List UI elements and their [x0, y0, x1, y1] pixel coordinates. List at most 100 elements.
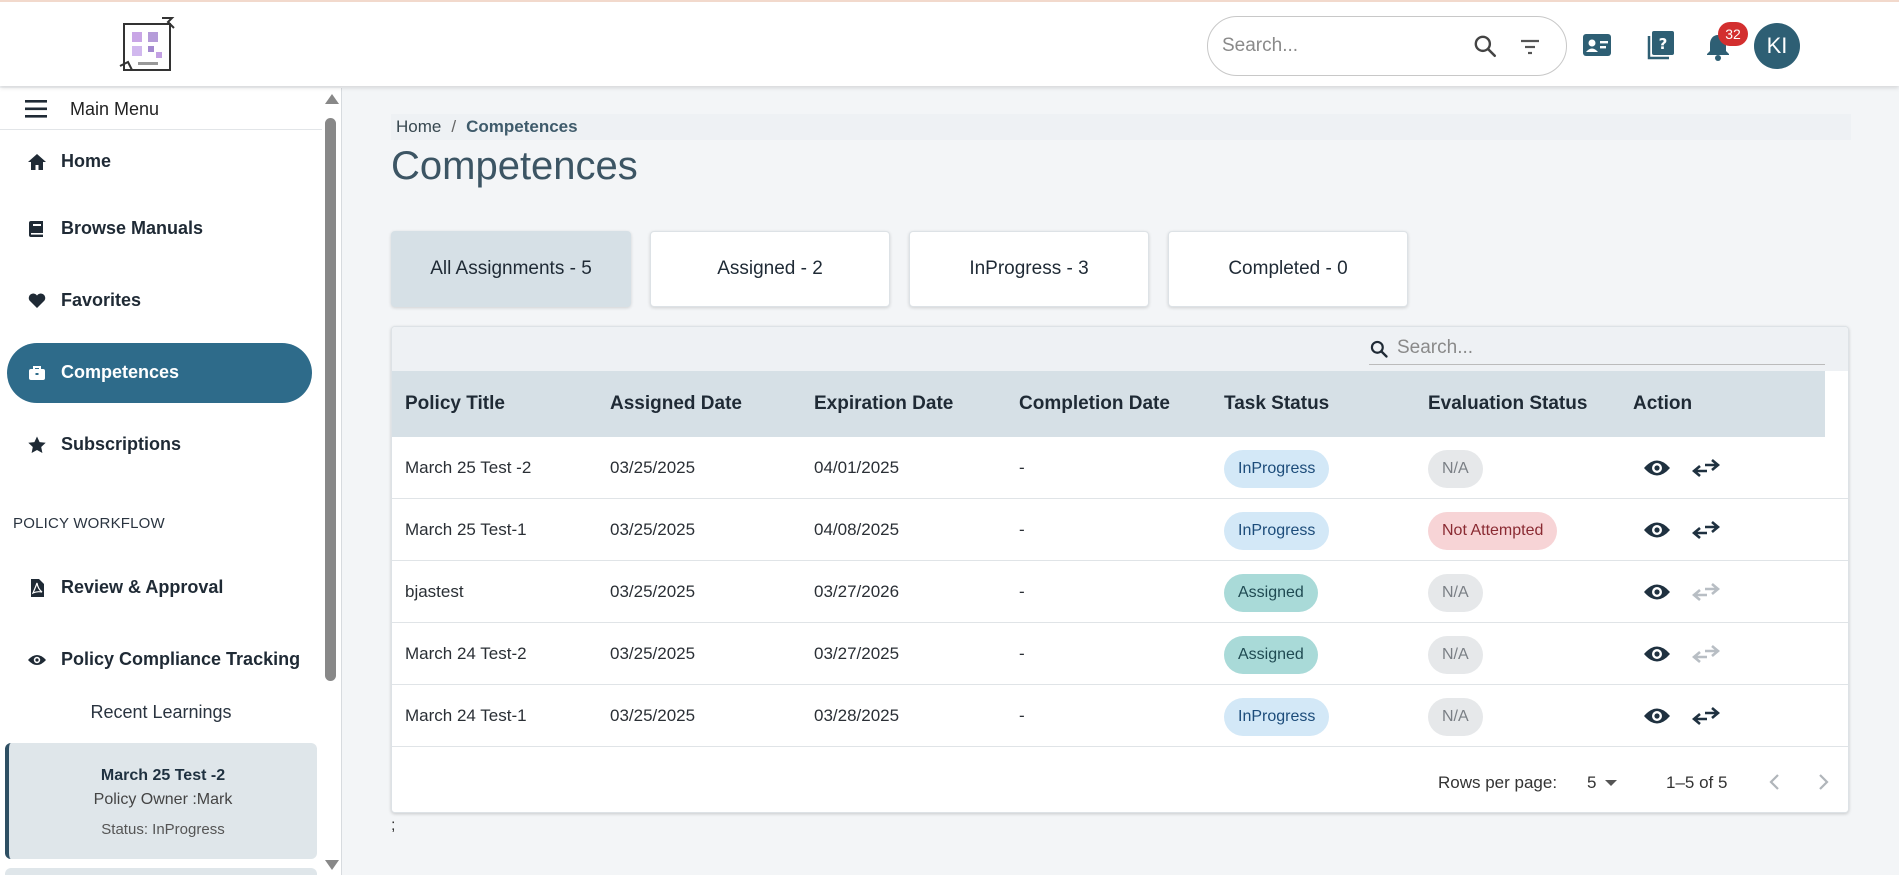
evaluation-status-chip: Not Attempted: [1428, 512, 1558, 550]
previous-page-icon[interactable]: [1767, 773, 1783, 791]
task-status-chip: InProgress: [1224, 698, 1330, 736]
table-row: bjastest 03/25/2025 03/27/2026 - Assigne…: [392, 561, 1848, 623]
cell-completion-date: -: [1019, 706, 1025, 725]
scroll-up-arrow-icon[interactable]: [325, 94, 339, 104]
column-header-completion-date[interactable]: Completion Date: [1019, 393, 1170, 415]
cell-expiration-date: 03/27/2025: [814, 644, 900, 663]
rows-per-page-select[interactable]: 5: [1587, 773, 1596, 793]
main-menu-toggle[interactable]: Main Menu: [0, 88, 322, 130]
cell-assigned-date: 03/25/2025: [610, 520, 696, 539]
cell-policy-title: March 24 Test-2: [405, 644, 527, 663]
search-icon: [1370, 340, 1388, 358]
header-search-input[interactable]: [1222, 33, 1462, 59]
header-search[interactable]: [1207, 16, 1567, 76]
evaluation-status-chip: N/A: [1428, 698, 1483, 736]
recent-learning-status: Status: InProgress: [101, 821, 225, 838]
column-header-evaluation-status[interactable]: Evaluation Status: [1428, 393, 1587, 415]
sidebar-item-label: Home: [61, 151, 112, 171]
scrollbar-thumb[interactable]: [325, 118, 336, 681]
cell-completion-date: -: [1019, 458, 1025, 477]
task-status-chip: InProgress: [1224, 450, 1330, 488]
stray-semicolon-text: ;: [391, 817, 396, 834]
sidebar-item-policy-compliance-tracking[interactable]: Policy Compliance Tracking: [7, 630, 312, 690]
recent-learning-card[interactable]: March 25 Test -2 Policy Owner :Mark Stat…: [5, 743, 317, 859]
breadcrumb-bar: [391, 114, 1851, 140]
cell-policy-title: March 25 Test-1: [405, 520, 527, 539]
tab-completed[interactable]: Completed - 0: [1168, 231, 1408, 307]
cell-assigned-date: 03/25/2025: [610, 644, 696, 663]
sidebar: Main Menu Home Browse Manuals Favorites …: [0, 88, 342, 875]
compare-arrows-icon-disabled: [1692, 583, 1720, 601]
sidebar-item-home[interactable]: Home: [7, 132, 312, 192]
table-search[interactable]: [1369, 333, 1825, 365]
column-header-task-status[interactable]: Task Status: [1224, 393, 1329, 415]
svg-text:?: ?: [1659, 35, 1668, 53]
column-header-action: Action: [1633, 393, 1693, 414]
sidebar-item-subscriptions[interactable]: Subscriptions: [7, 415, 312, 475]
sidebar-item-label: Subscriptions: [61, 434, 182, 454]
sidebar-item-competences[interactable]: Competences: [7, 343, 312, 403]
scroll-down-arrow-icon[interactable]: [325, 860, 339, 870]
cell-assigned-date: 03/25/2025: [610, 706, 696, 725]
tab-inprogress[interactable]: InProgress - 3: [909, 231, 1149, 307]
cell-completion-date: -: [1019, 644, 1025, 663]
recent-learning-owner: Policy Owner :Mark: [93, 791, 233, 808]
compare-arrows-icon[interactable]: [1692, 456, 1720, 480]
view-eye-icon[interactable]: [1643, 704, 1671, 728]
hamburger-menu-icon[interactable]: [24, 98, 48, 120]
compare-arrows-icon[interactable]: [1692, 704, 1720, 728]
sidebar-item-favorites[interactable]: Favorites: [7, 271, 312, 331]
task-status-chip: Assigned: [1224, 574, 1318, 612]
evaluation-status-chip: N/A: [1428, 636, 1483, 674]
sidebar-item-review-approval[interactable]: Review & Approval: [7, 558, 312, 618]
sidebar-item-label: Browse Manuals: [61, 218, 204, 238]
table-search-input[interactable]: [1397, 336, 1797, 360]
compare-arrows-icon[interactable]: [1692, 518, 1720, 542]
evaluation-status-chip: N/A: [1428, 574, 1483, 612]
table-row: March 25 Test-1 03/25/2025 04/08/2025 - …: [392, 499, 1848, 561]
breadcrumb: Home / Competences: [396, 117, 578, 137]
book-icon: [29, 221, 43, 237]
tab-all-assignments[interactable]: All Assignments - 5: [391, 231, 631, 307]
next-page-icon[interactable]: [1815, 773, 1831, 791]
cell-policy-title: March 24 Test-1: [405, 706, 527, 725]
notification-badge: 32: [1718, 22, 1748, 46]
main-menu-label: Main Menu: [70, 99, 160, 119]
recent-learning-card-partial[interactable]: [5, 868, 317, 875]
search-icon[interactable]: [1472, 33, 1498, 59]
view-eye-icon[interactable]: [1643, 642, 1671, 666]
table-header-row: Policy Title Assigned Date Expiration Da…: [392, 371, 1825, 437]
sidebar-item-label: Favorites: [61, 290, 142, 310]
view-eye-icon[interactable]: [1643, 456, 1671, 480]
filter-icon[interactable]: [1518, 35, 1542, 59]
sidebar-item-browse-manuals[interactable]: Browse Manuals: [7, 199, 312, 259]
assignments-table: Policy Title Assigned Date Expiration Da…: [391, 326, 1849, 813]
pagination-range: 1–5 of 5: [1666, 773, 1728, 792]
column-header-expiration-date[interactable]: Expiration Date: [814, 393, 953, 415]
cell-completion-date: -: [1019, 520, 1025, 539]
sidebar-scrollbar[interactable]: [322, 88, 341, 875]
cell-expiration-date: 04/01/2025: [814, 458, 900, 477]
breadcrumb-home[interactable]: Home: [396, 117, 441, 136]
user-avatar[interactable]: KI: [1754, 23, 1800, 69]
sidebar-item-label: Review & Approval: [61, 577, 224, 597]
heart-icon: [28, 293, 46, 308]
chevron-down-icon[interactable]: [1605, 780, 1617, 786]
column-header-policy-title[interactable]: Policy Title: [405, 393, 505, 415]
help-book-icon[interactable]: ?: [1647, 30, 1675, 60]
sidebar-item-label: Policy Compliance Tracking: [61, 649, 301, 669]
home-icon: [28, 154, 46, 170]
cell-assigned-date: 03/25/2025: [610, 458, 696, 477]
view-eye-icon[interactable]: [1643, 518, 1671, 542]
contact-card-icon[interactable]: [1582, 32, 1612, 58]
evaluation-status-chip: N/A: [1428, 450, 1483, 488]
table-row: March 24 Test-2 03/25/2025 03/27/2025 - …: [392, 623, 1848, 685]
view-eye-icon[interactable]: [1643, 580, 1671, 604]
cell-assigned-date: 03/25/2025: [610, 582, 696, 601]
column-header-assigned-date[interactable]: Assigned Date: [610, 393, 742, 415]
app-logo[interactable]: [118, 14, 180, 76]
pdf-file-icon: [31, 579, 44, 597]
cell-policy-title: bjastest: [405, 582, 464, 601]
breadcrumb-separator: /: [451, 117, 457, 136]
tab-assigned[interactable]: Assigned - 2: [650, 231, 890, 307]
